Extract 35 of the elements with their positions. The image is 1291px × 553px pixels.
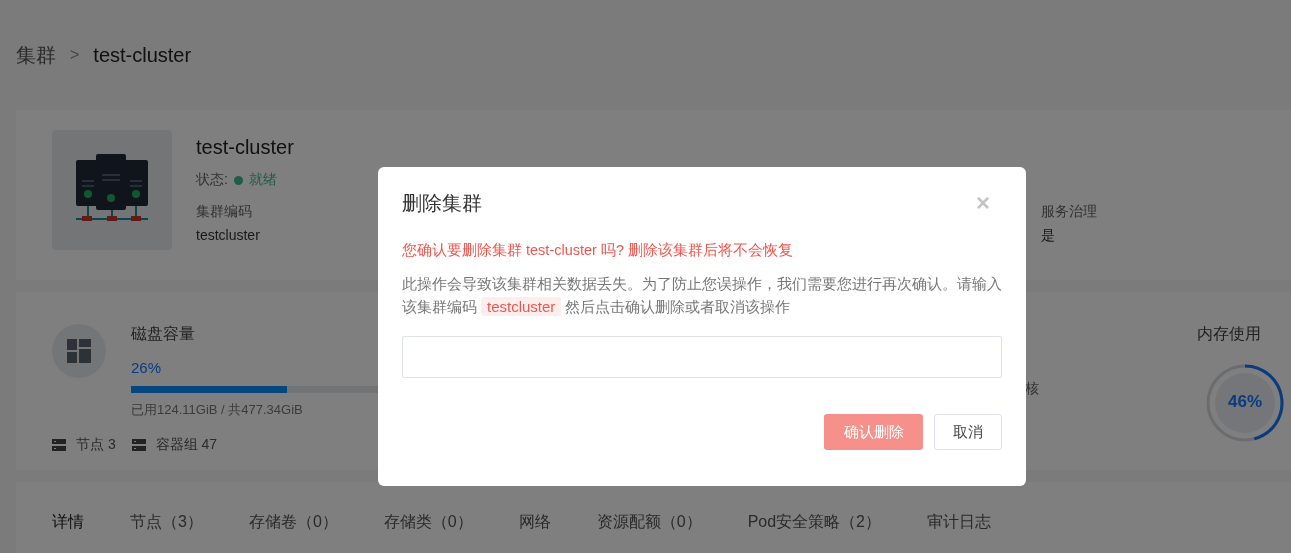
- tab[interactable]: 资源配额（0）: [596, 511, 718, 533]
- disk-title: 磁盘容量: [131, 324, 196, 344]
- count-text: 容器组 47: [155, 436, 218, 454]
- confirm-input-field[interactable]: [402, 336, 1002, 378]
- breadcrumb-current: test-cluster: [93, 43, 192, 67]
- tab[interactable]: 审计日志: [927, 511, 1007, 533]
- status-value: 就绪: [248, 171, 277, 189]
- tab[interactable]: 存储卷（0）: [248, 511, 354, 533]
- cancel-button[interactable]: 取消: [934, 414, 1002, 450]
- cluster-name: test-cluster: [196, 136, 295, 159]
- server-icon: [131, 439, 146, 451]
- tab[interactable]: Pod安全策略（2）: [747, 511, 897, 533]
- breadcrumb-link[interactable]: 集群: [16, 41, 56, 69]
- server-icon: [52, 439, 66, 451]
- description-text: 此操作会导致该集群相关数据丢失。为了防止您误操作，我们需要您进行再次确认。请输入该集群编码 testcluster 然后点击确认删除或者取消该操作: [402, 274, 1002, 318]
- resource-label: 核: [1025, 380, 1039, 398]
- memory-percent: 46%: [1227, 392, 1263, 412]
- tab[interactable]: 存储类（0）: [383, 511, 489, 533]
- field-label: 集群编码: [196, 203, 252, 221]
- warning-text: 您确认要删除集群 test-cluster 吗? 删除该集群后将不会恢复: [402, 241, 795, 260]
- breadcrumb-separator: >: [70, 46, 80, 64]
- tab[interactable]: 节点（3）: [130, 511, 219, 533]
- status-label: 状态:: [196, 171, 228, 189]
- field-label: 服务治理: [1041, 203, 1097, 221]
- dialog-title: 删除集群: [402, 190, 482, 216]
- memory-title: 内存使用: [1197, 324, 1261, 344]
- count-text: 节点 3: [76, 436, 116, 454]
- confirm-delete-button[interactable]: 确认删除: [824, 414, 923, 450]
- disk-usage: 已用124.11GiB / 共477.34GiB: [131, 401, 304, 419]
- status-dot: [233, 175, 243, 185]
- disk-percent: 26%: [131, 359, 163, 376]
- tab[interactable]: 网络: [518, 511, 567, 533]
- field-value: 是: [1041, 227, 1055, 245]
- tab[interactable]: 详情: [52, 511, 100, 533]
- field-value: testcluster: [196, 227, 260, 243]
